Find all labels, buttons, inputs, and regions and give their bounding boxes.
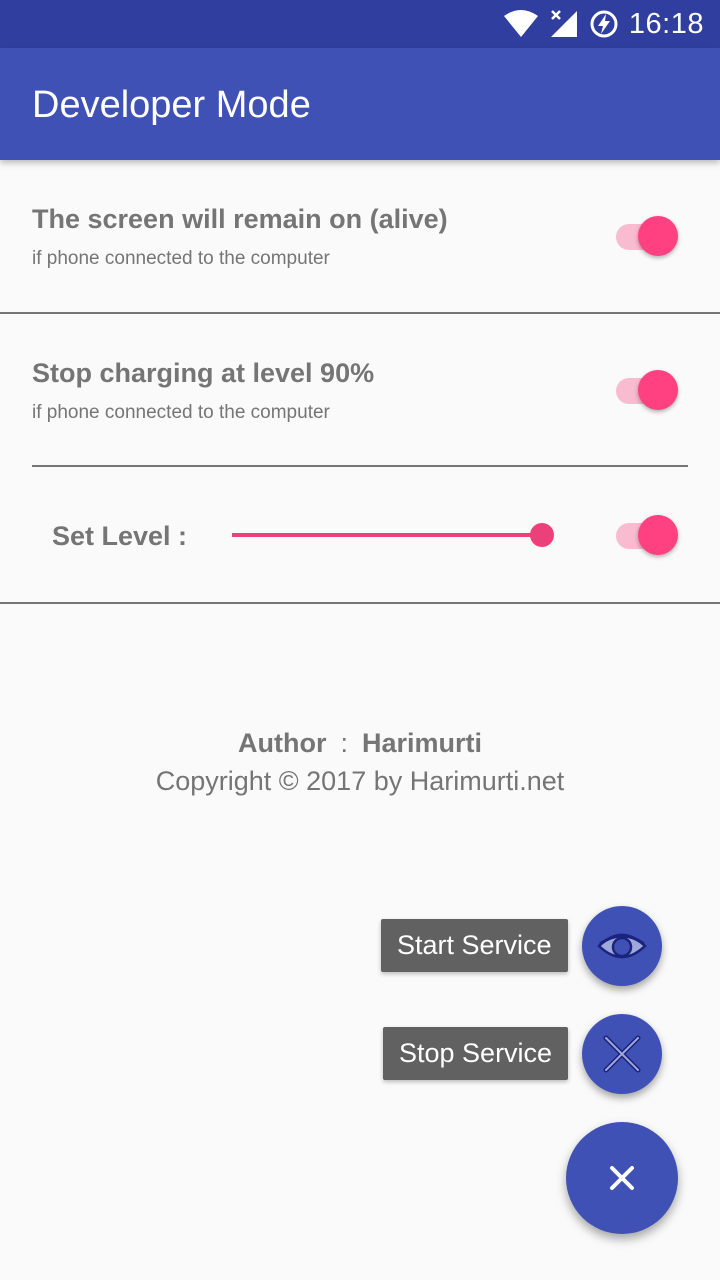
status-bar: 16:18	[0, 0, 720, 48]
divider	[0, 312, 720, 314]
start-service-label[interactable]: Start Service	[381, 919, 568, 972]
stop-service-button[interactable]	[582, 1014, 662, 1094]
wifi-icon	[503, 10, 538, 37]
slider-thumb[interactable]	[530, 523, 554, 547]
start-service-button[interactable]	[582, 906, 662, 986]
stop-charging-toggle[interactable]	[614, 369, 682, 411]
author-separator: :	[340, 728, 348, 758]
author-line: Author: Harimurti	[0, 728, 720, 759]
setting-title: Stop charging at level 90%	[32, 358, 375, 388]
clock: 16:18	[628, 7, 704, 40]
author-name: Harimurti	[361, 728, 483, 758]
set-level-label: Set Level :	[52, 521, 188, 551]
setting-title: The screen will remain on (alive)	[32, 204, 448, 234]
switch-thumb	[638, 216, 678, 256]
set-level-toggle[interactable]	[614, 514, 682, 556]
battery-charging-icon	[590, 10, 618, 38]
switch-thumb	[638, 515, 678, 555]
close-icon	[610, 1166, 634, 1190]
page-title: Developer Mode	[32, 84, 311, 126]
divider	[32, 465, 688, 467]
setting-subtitle: if phone connected to the computer	[32, 402, 330, 423]
screen-alive-toggle[interactable]	[614, 215, 682, 257]
slider-track	[232, 533, 542, 537]
author-label: Author	[237, 728, 327, 758]
copyright-text: Copyright © 2017 by Harimurti.net	[155, 766, 565, 796]
signal-icon	[550, 10, 577, 37]
setting-subtitle: if phone connected to the computer	[32, 248, 330, 269]
close-icon	[603, 1035, 641, 1073]
divider	[0, 602, 720, 604]
app-bar: Developer Mode	[0, 48, 720, 160]
switch-thumb	[638, 370, 678, 410]
eye-icon	[597, 933, 647, 959]
stop-service-label[interactable]: Stop Service	[383, 1027, 569, 1080]
fab-toggle-button[interactable]	[566, 1122, 678, 1234]
level-slider[interactable]	[232, 520, 556, 550]
